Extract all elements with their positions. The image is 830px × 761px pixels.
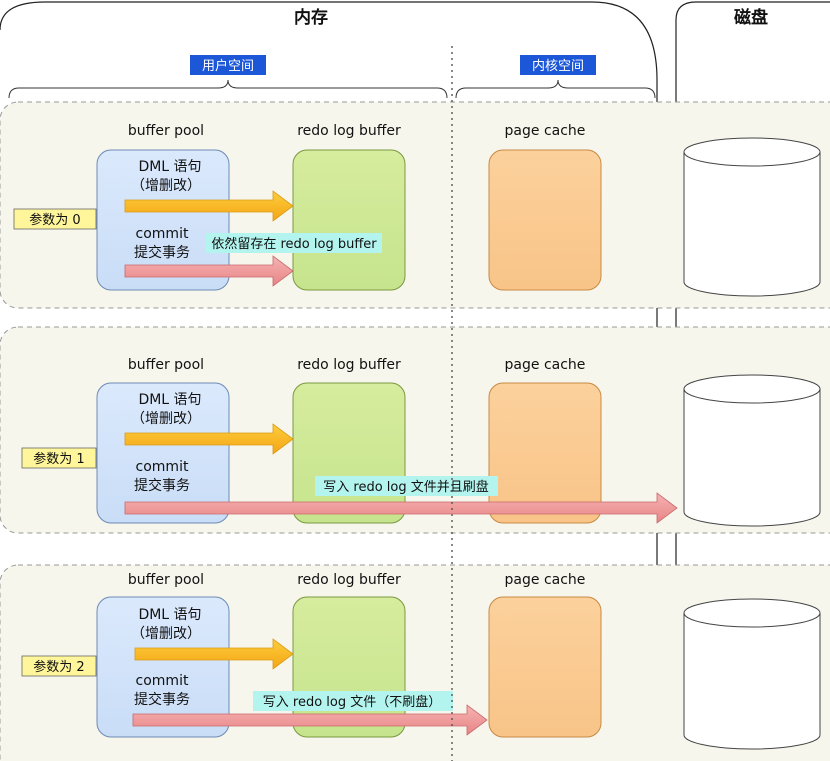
redo-log-buffer-label: redo log buffer [297,572,401,588]
disk-cylinder-icon [683,613,821,750]
disk-cylinder-icon [683,152,821,297]
commit-label-line2: 提交事务 [134,691,190,708]
commit-label-line2: 提交事务 [134,244,190,261]
diagram-canvas: 内存 磁盘 用户空间 内核空间 buffer pool redo log buf… [0,0,830,761]
page-cache-box [488,149,602,291]
annotation-text: 写入 redo log 文件（不刷盘） [263,694,441,710]
disk-cylinder-icon [683,389,821,527]
dml-label-line1: DML 语句 [138,607,201,623]
commit-label-line1: commit [136,673,189,689]
annotation-text: 依然留存在 redo log buffer [211,236,377,252]
commit-label-line1: commit [136,226,189,242]
dml-label-line1: DML 语句 [138,392,201,408]
user-space-bracket [8,79,448,99]
memory-title: 内存 [294,7,328,28]
param-label: 参数为 0 [29,212,80,228]
redo-log-flush-diagram: 内存 磁盘 用户空间 内核空间 buffer pool redo log buf… [0,1,830,761]
page-cache-label: page cache [505,572,586,588]
disk-cylinder-top [683,374,821,404]
commit-label-line2: 提交事务 [134,477,190,494]
buffer-pool-label: buffer pool [128,123,204,139]
disk-cylinder-top [683,137,821,167]
annotation-text: 写入 redo log 文件并且刷盘 [323,479,488,495]
dml-label-line2: （增删改） [131,626,201,642]
buffer-pool-label: buffer pool [128,572,204,588]
kernel-space-bracket [455,79,656,99]
page-cache-label: page cache [505,357,586,373]
disk-cylinder-top [683,598,821,628]
buffer-pool-label: buffer pool [128,357,204,373]
param-label: 参数为 2 [33,659,84,675]
row-param-2: buffer pool redo log buffer page cache D… [0,564,830,761]
kernel-space-label: 内核空间 [532,58,584,74]
redo-log-buffer-label: redo log buffer [297,123,401,139]
dml-label-line1: DML 语句 [138,159,201,175]
dml-label-line2: （增删改） [131,178,201,194]
user-space-label: 用户空间 [202,58,254,74]
row-param-1: buffer pool redo log buffer page cache D… [0,326,830,534]
commit-label-line1: commit [136,459,189,475]
redo-log-buffer-box [292,149,406,291]
page-cache-label: page cache [505,123,586,139]
param-label: 参数为 1 [33,451,84,467]
row-param-0: buffer pool redo log buffer page cache D… [0,101,830,309]
page-cache-box [488,596,602,738]
disk-title: 磁盘 [734,7,768,28]
redo-log-buffer-label: redo log buffer [297,357,401,373]
dml-label-line2: （增删改） [131,411,201,427]
